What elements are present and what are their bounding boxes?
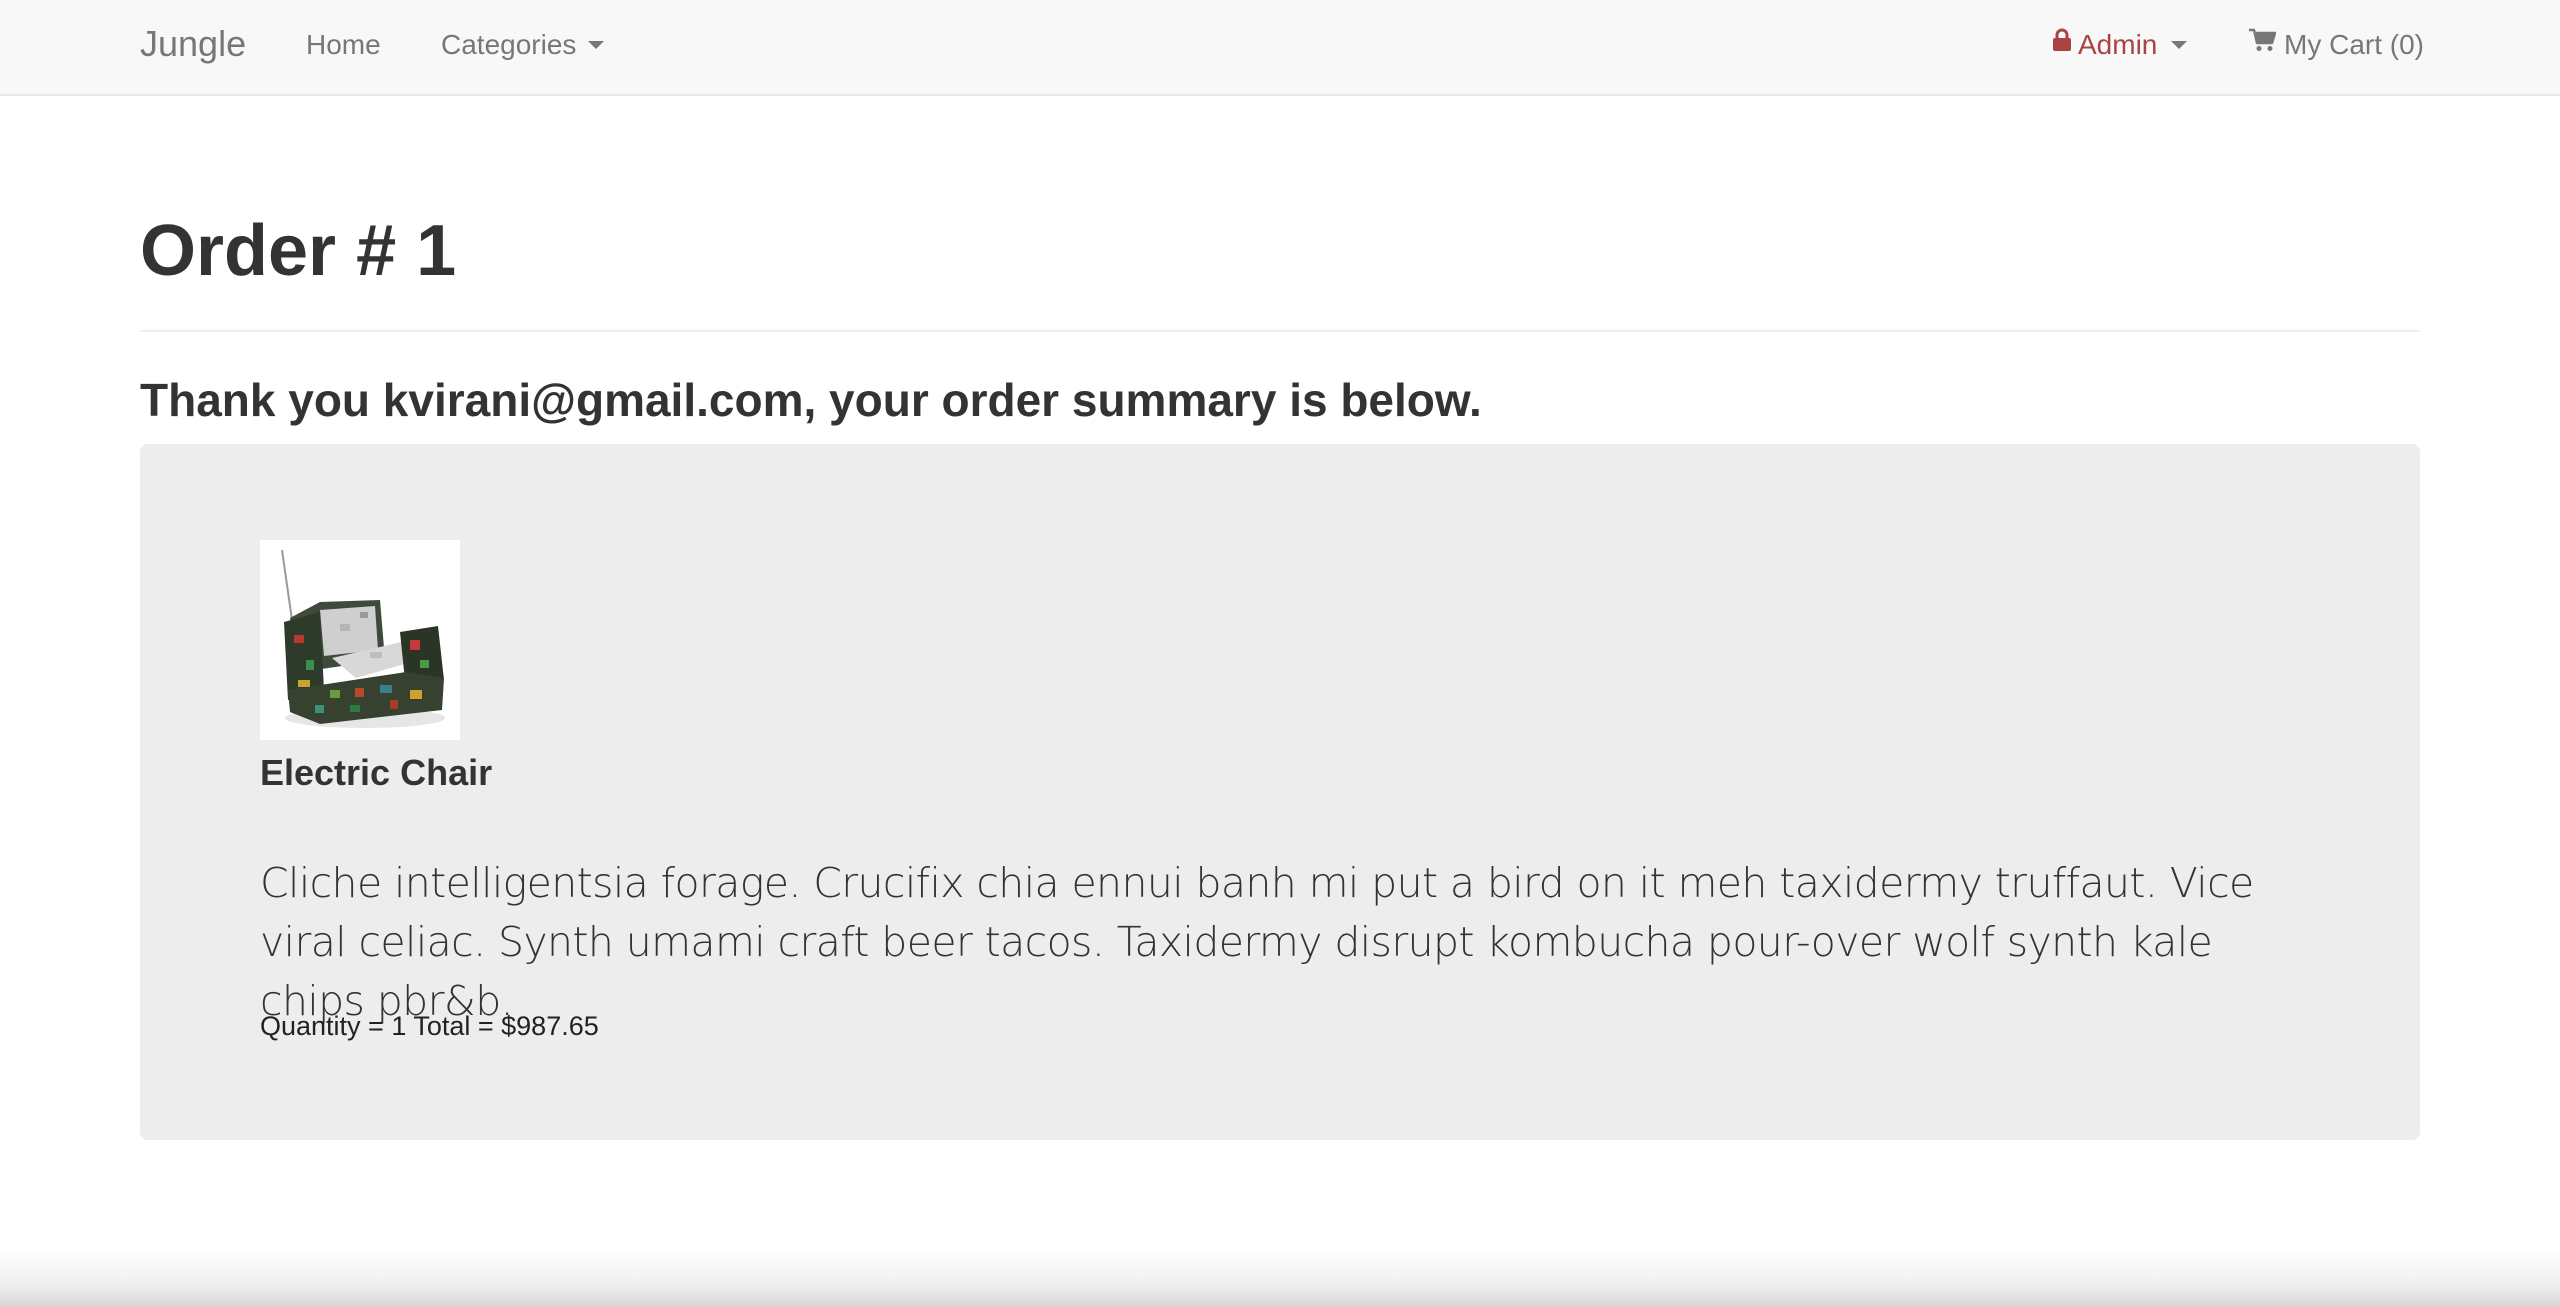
order-thanks-heading: Thank you kvirani@gmail.com, your order … bbox=[140, 374, 1482, 426]
product-description: Cliche intelligentsia forage. Crucifix c… bbox=[260, 859, 2254, 1025]
caret-down-icon bbox=[588, 40, 605, 49]
top-navbar: Jungle Home Categories Admin My Cart (0) bbox=[0, 0, 2560, 96]
lock-icon bbox=[2052, 0, 2072, 88]
page-header: Order # 1 bbox=[140, 206, 2420, 332]
window-bottom-edge bbox=[0, 1250, 2560, 1306]
caret-down-icon bbox=[2171, 40, 2188, 49]
page-title: Order # 1 bbox=[140, 211, 457, 291]
order-summary: Electric Chair Cliche intelligentsia for… bbox=[140, 444, 2420, 1140]
nav-admin-label: Admin bbox=[2078, 29, 2158, 60]
order-quantity-total: Quantity = 1 Total = $987.65 bbox=[260, 1011, 599, 1041]
product-name: Electric Chair bbox=[260, 752, 493, 793]
product-image bbox=[260, 540, 460, 740]
shopping-cart-icon bbox=[2248, 0, 2277, 88]
nav-home-link[interactable]: Home bbox=[306, 0, 381, 94]
nav-categories-label: Categories bbox=[441, 29, 577, 60]
electric-chair-image bbox=[260, 540, 460, 740]
nav-admin-dropdown[interactable]: Admin bbox=[2052, 0, 2188, 94]
nav-categories-dropdown[interactable]: Categories bbox=[441, 0, 605, 94]
nav-cart-label: My Cart (0) bbox=[2284, 29, 2424, 60]
brand-link[interactable]: Jungle bbox=[140, 0, 246, 94]
nav-cart-link[interactable]: My Cart (0) bbox=[2248, 0, 2424, 94]
